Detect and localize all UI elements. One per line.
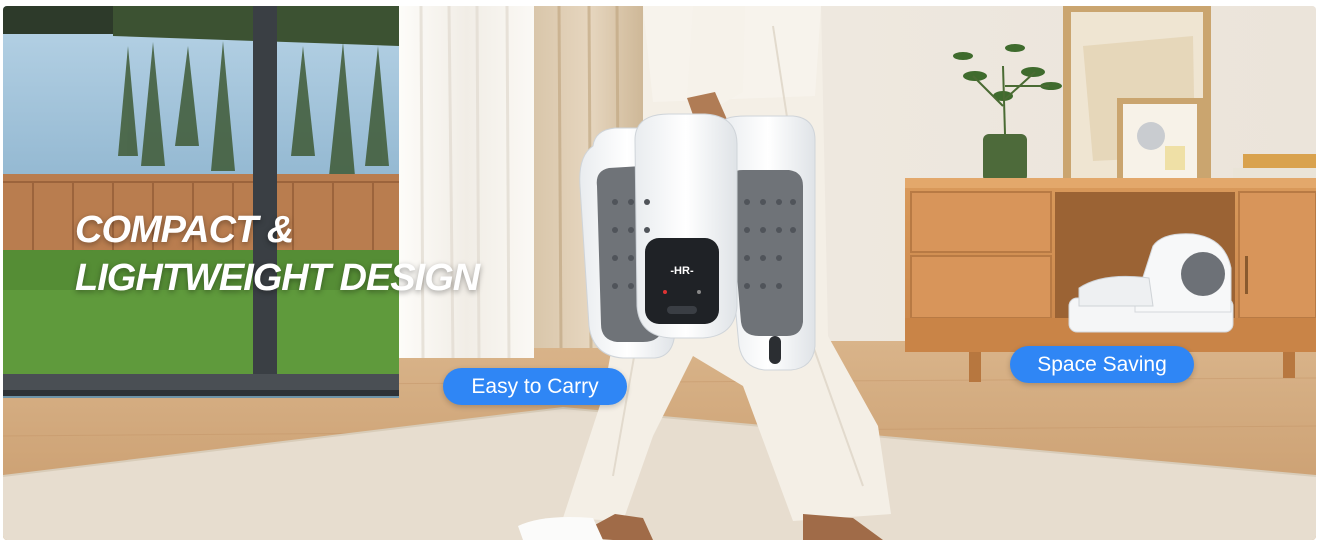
headline-line-2: LIGHTWEIGHT DESIGN: [75, 257, 480, 299]
easy-to-carry-badge: Easy to Carry: [443, 368, 627, 405]
svg-text:-HR-: -HR-: [670, 265, 694, 277]
center-body: -HR-: [634, 113, 738, 339]
banner-headline: COMPACT & LIGHTWEIGHT DESIGN: [75, 206, 480, 302]
space-saving-badge: Space Saving: [1010, 346, 1194, 383]
headline-line-1: COMPACT &: [75, 209, 294, 251]
product-banner: -HR- COMPACT & LIGHTWEIGHT DESIGN Easy t…: [3, 6, 1316, 540]
